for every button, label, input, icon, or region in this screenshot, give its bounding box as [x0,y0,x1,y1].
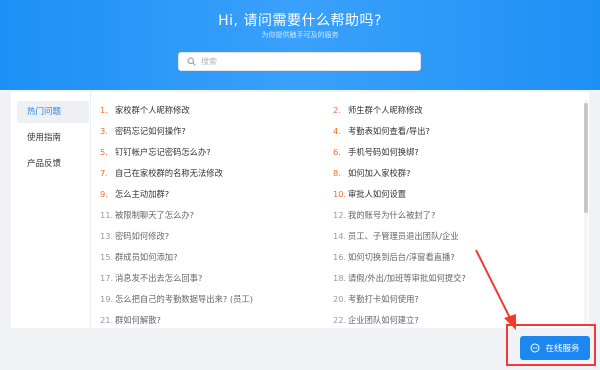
question-row: 9. 怎么主动加群? 10. 审批人如何设置 [100,186,576,203]
question-link[interactable]: 2. 师生群个人昵称修改 [333,102,423,119]
question-row: 1. 家校群个人昵称修改 2. 师生群个人昵称修改 [100,102,576,119]
help-panel: 热门问题使用指南产品反馈 1. 家校群个人昵称修改 2. 师生群个人昵称修改 3. 密码忘… [11,92,589,328]
question-text: 怎么把自己的考勤数据导出来? (员工) [115,294,253,304]
question-link[interactable]: 13. 密码如何修改? [100,228,169,245]
question-number: 12. [333,210,347,220]
question-link[interactable]: 17. 消息发不出去怎么回事? [100,270,202,287]
question-text: 考勤表如何查看/导出? [348,126,430,136]
question-number: 17. [100,273,114,283]
question-text: 请假/外出/加班等审批如何提交? [348,273,466,283]
question-number: 14. [333,231,347,241]
question-text: 如何加入家校群? [348,168,411,178]
question-text: 群如何解散? [115,315,161,325]
question-number: 22. [333,315,347,325]
question-link[interactable]: 8. 如何加入家校群? [333,165,410,182]
question-text: 密码如何修改? [115,231,170,241]
question-link[interactable]: 15. 群成员如何添加? [100,249,177,266]
question-number: 11. [100,210,114,220]
question-text: 考勤打卡如何使用? [348,294,419,304]
question-text: 自己在家校群的名称无法修改 [115,168,223,178]
question-row: 17. 消息发不出去怎么回事? 18. 请假/外出/加班等审批如何提交? [100,270,576,287]
question-text: 如何切换到后台/淳窗看直播? [348,252,455,262]
question-number: 1. [100,105,108,115]
search-input[interactable] [201,57,401,66]
question-link[interactable]: 10. 审批人如何设置 [333,186,406,203]
sidebar-item-1[interactable]: 使用指南 [17,127,89,149]
category-sidebar: 热门问题使用指南产品反馈 [17,101,89,179]
sidebar-divider [90,92,91,328]
question-row: 11. 被限制聊天了怎么办? 12. 我的账号为什么被封了? [100,207,576,224]
question-link[interactable]: 12. 我的账号为什么被封了? [333,207,435,224]
question-row: 7. 自己在家校群的名称无法修改 8. 如何加入家校群? [100,165,576,182]
question-text: 钉钉帐户忘记密码怎么办? [115,147,211,157]
question-number: 13. [100,231,114,241]
question-text: 审批人如何设置 [348,189,407,199]
question-text: 我的账号为什么被封了? [348,210,436,220]
question-link[interactable]: 9. 怎么主动加群? [100,186,169,203]
question-text: 被限制聊天了怎么办? [115,210,195,220]
question-text: 怎么主动加群? [115,189,170,199]
question-number: 21. [100,315,114,325]
question-link[interactable]: 18. 请假/外出/加班等审批如何提交? [333,270,466,287]
search-box[interactable] [178,52,421,71]
question-number: 10. [333,189,347,199]
question-link[interactable]: 20. 考勤打卡如何使用? [333,291,419,308]
question-link[interactable]: 7. 自己在家校群的名称无法修改 [100,165,223,182]
chat-icon [530,343,540,353]
question-row: 5. 钉钉帐户忘记密码怎么办? 6. 手机号码如何换绑? [100,144,576,161]
question-link[interactable]: 16. 如何切换到后台/淳窗看直播? [333,249,455,266]
question-link[interactable]: 11. 被限制聊天了怎么办? [100,207,194,224]
sidebar-item-0[interactable]: 热门问题 [17,101,89,123]
page-subtitle: 为你提供触手可及的服务 [261,31,339,39]
question-number: 19. [100,294,114,304]
question-text: 密码忘记如何操作? [115,126,186,136]
question-link[interactable]: 14. 员工、子管理员退出团队/企业 [333,228,459,245]
question-number: 4. [333,126,341,136]
question-number: 20. [333,294,347,304]
question-text: 师生群个人昵称修改 [348,105,423,115]
question-number: 7. [100,168,108,178]
question-text: 手机号码如何换绑? [348,147,419,157]
question-link[interactable]: 22. 企业团队如何建立? [333,312,419,328]
sidebar-item-2[interactable]: 产品反馈 [17,153,89,175]
question-link[interactable]: 4. 考勤表如何查看/导出? [333,123,430,140]
question-number: 9. [100,189,108,199]
search-icon [187,57,196,66]
question-text: 家校群个人昵称修改 [115,105,190,115]
question-row: 15. 群成员如何添加? 16. 如何切换到后台/淳窗看直播? [100,249,576,266]
question-number: 15. [100,252,114,262]
online-service-label: 在线服务 [545,344,580,354]
question-text: 群成员如何添加? [115,252,178,262]
question-number: 3. [100,126,108,136]
question-list: 1. 家校群个人昵称修改 2. 师生群个人昵称修改 3. 密码忘记如何操作? 4. 考勤表如何… [100,102,576,328]
question-text: 消息发不出去怎么回事? [115,273,203,283]
question-number: 5. [100,147,108,157]
question-row: 21. 群如何解散? 22. 企业团队如何建立? [100,312,576,328]
question-link[interactable]: 5. 钉钉帐户忘记密码怎么办? [100,144,211,161]
question-number: 6. [333,147,341,157]
scrollbar-thumb[interactable] [584,103,588,213]
question-number: 2. [333,105,341,115]
question-text: 企业团队如何建立? [348,315,419,325]
question-link[interactable]: 6. 手机号码如何换绑? [333,144,419,161]
question-link[interactable]: 21. 群如何解散? [100,312,161,328]
page-title: Hi, 请问需要什么帮助吗? [218,13,382,29]
question-number: 16. [333,252,347,262]
question-text: 员工、子管理员退出团队/企业 [348,231,459,241]
question-number: 18. [333,273,347,283]
question-row: 19. 怎么把自己的考勤数据导出来? (员工) 20. 考勤打卡如何使用? [100,291,576,308]
online-service-button[interactable]: 在线服务 [520,336,590,360]
question-row: 3. 密码忘记如何操作? 4. 考勤表如何查看/导出? [100,123,576,140]
question-link[interactable]: 3. 密码忘记如何操作? [100,123,186,140]
question-number: 8. [333,168,341,178]
question-link[interactable]: 1. 家校群个人昵称修改 [100,102,190,119]
question-link[interactable]: 19. 怎么把自己的考勤数据导出来? (员工) [100,291,253,308]
question-row: 13. 密码如何修改? 14. 员工、子管理员退出团队/企业 [100,228,576,245]
